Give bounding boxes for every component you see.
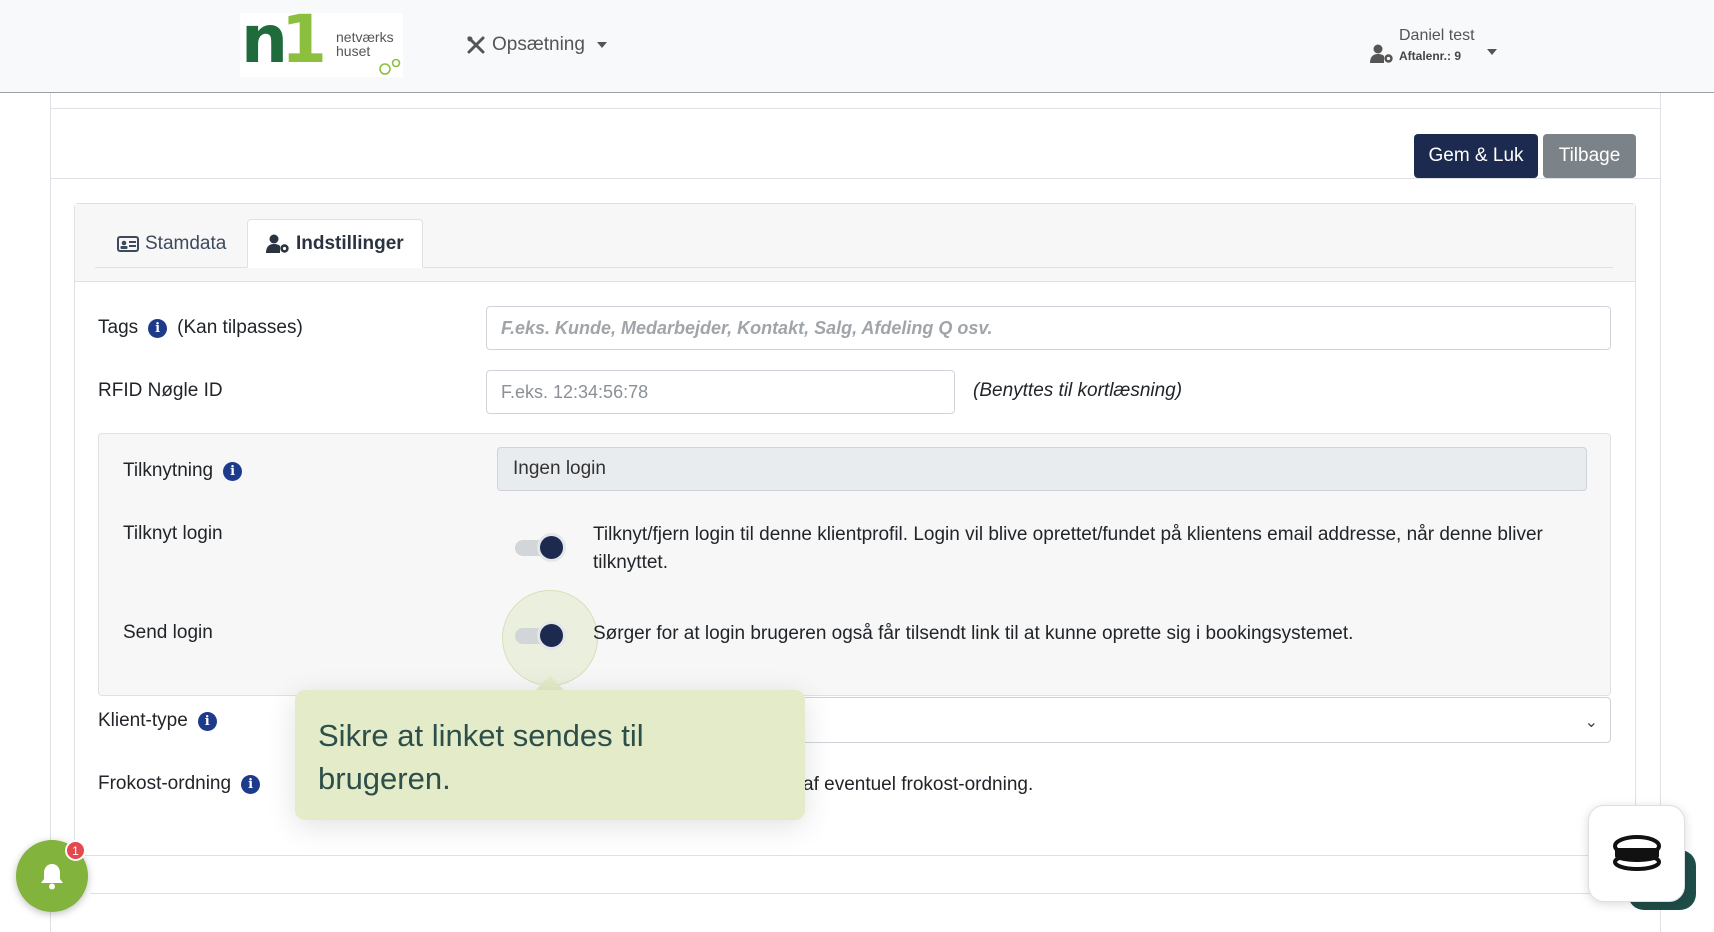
logo-mark: n1	[241, 1, 327, 78]
send-login-label: Send login	[123, 622, 213, 643]
divider	[50, 178, 1661, 179]
tags-input[interactable]	[486, 306, 1611, 350]
notification-badge: 1	[65, 840, 86, 861]
tools-icon	[467, 36, 485, 54]
chevron-down-icon: ⌄	[1584, 714, 1598, 731]
connection-label-row: Tilknytning i	[123, 460, 243, 482]
tab-label: Indstillinger	[296, 232, 404, 254]
chat-stack-icon	[1613, 835, 1661, 871]
send-login-label-row: Send login	[123, 622, 213, 644]
logo-circles-icon	[379, 58, 401, 75]
info-icon[interactable]: i	[197, 711, 217, 731]
save-close-button[interactable]: Gem & Luk	[1414, 134, 1538, 178]
connect-login-label: Tilknyt login	[123, 523, 223, 544]
tab-indstillinger[interactable]: Indstillinger	[247, 219, 423, 268]
info-icon[interactable]: i	[241, 774, 261, 794]
breakfast-label-row: Frokost-ordning i	[98, 773, 261, 795]
logo[interactable]: n1 netværks huset	[240, 7, 403, 77]
connect-login-description: Tilknyt/fjern login til denne klientprof…	[593, 524, 1543, 573]
connect-login-label-row: Tilknyt login	[123, 523, 223, 545]
info-icon[interactable]: i	[148, 318, 168, 338]
divider	[90, 893, 1661, 894]
logo-text: netværks huset	[336, 29, 394, 59]
chevron-down-icon	[1487, 49, 1497, 55]
connect-login-toggle[interactable]	[515, 532, 567, 562]
user-gear-icon	[266, 234, 289, 253]
tags-label: Tags	[98, 317, 139, 338]
tab-label: Stamdata	[145, 232, 227, 254]
breakfast-description: af eventuel frokost-ordning.	[803, 774, 1034, 795]
toggle-knob	[537, 621, 566, 650]
agreement-info: Aftalenr.: 9	[1399, 49, 1461, 63]
send-login-toggle[interactable]	[515, 620, 567, 650]
back-button[interactable]: Tilbage	[1543, 134, 1636, 178]
id-card-icon	[117, 235, 139, 252]
client-type-label: Klient-type	[98, 710, 188, 731]
rfid-label-row: RFID Nøgle ID	[98, 380, 223, 402]
agreement-number: 9	[1454, 49, 1462, 63]
guide-tooltip[interactable]: Sikre at linket sendes til brugeren.	[295, 690, 805, 820]
user-gear-icon	[1370, 44, 1393, 63]
info-icon[interactable]: i	[223, 461, 243, 481]
tags-hint: (Kan tilpasses)	[177, 317, 303, 338]
divider	[74, 855, 1636, 856]
client-type-label-row: Klient-type i	[98, 710, 217, 732]
bell-icon	[41, 864, 63, 890]
user-menu[interactable]: Daniel test Aftalenr.: 9	[1370, 25, 1500, 69]
chevron-down-icon	[596, 42, 607, 48]
connection-field: Ingen login	[497, 447, 1587, 491]
connection-label: Tilknytning	[123, 460, 214, 481]
divider	[50, 108, 1661, 109]
settings-menu-label: Opsætning	[492, 34, 585, 55]
tab-stamdata[interactable]: Stamdata	[99, 219, 244, 268]
rfid-input[interactable]	[486, 370, 955, 414]
top-navbar: n1 netværks huset Opsætning Daniel test …	[0, 0, 1714, 93]
tags-label-row: Tags i (Kan tilpasses)	[98, 317, 303, 339]
user-name: Daniel test	[1399, 27, 1475, 44]
card-header: Stamdata Indstillinger	[75, 204, 1635, 282]
chat-widget-button[interactable]	[1588, 805, 1685, 902]
agreement-label: Aftalenr.:	[1399, 49, 1452, 63]
send-login-description: Sørger for at login brugeren også får ti…	[593, 623, 1354, 644]
rfid-label: RFID Nøgle ID	[98, 380, 223, 401]
rfid-note: (Benyttes til kortlæsning)	[973, 380, 1183, 401]
settings-menu[interactable]: Opsætning	[466, 32, 607, 58]
toggle-knob	[537, 533, 566, 562]
breakfast-label: Frokost-ordning	[98, 773, 232, 794]
